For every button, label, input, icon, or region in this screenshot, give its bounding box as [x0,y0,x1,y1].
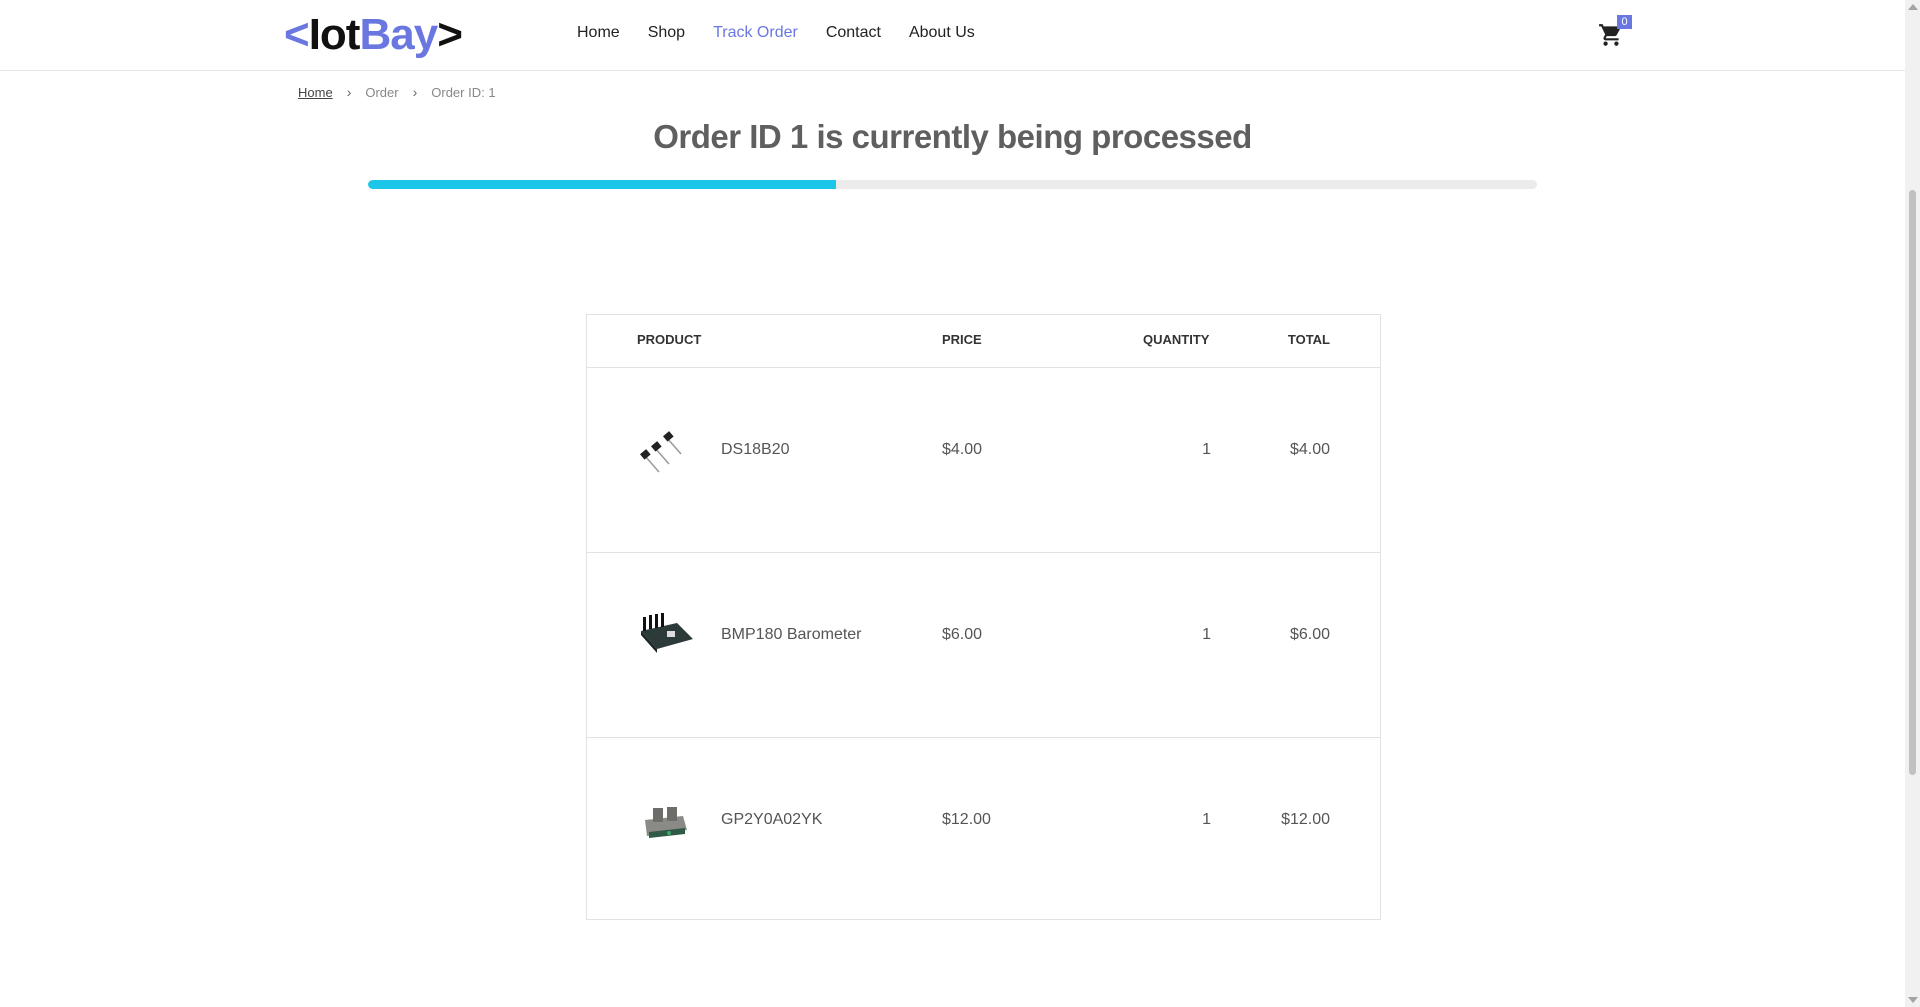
nav-shop[interactable]: Shop [648,24,685,42]
breadcrumb-order: Order [365,84,399,100]
table-row: BMP180 Barometer $6.00 1 $6.00 [587,553,1380,738]
header-total: TOTAL [1287,332,1330,347]
product-total: $6.00 [1289,626,1330,643]
order-progress-bar [368,180,1537,189]
header-quantity: QUANTITY [1143,332,1210,347]
product-price: $12.00 [942,811,991,828]
product-quantity: 1 [1202,811,1211,828]
header-product: PRODUCT [637,332,702,347]
transistor-sensor-icon [637,422,695,480]
breadcrumb-current: Order ID: 1 [431,84,496,100]
chevron-right-icon: › [412,84,418,100]
order-progress-fill [368,180,836,189]
scrollbar-thumb[interactable] [1909,190,1916,775]
nav-about-us[interactable]: About Us [909,24,975,42]
table-row: GP2Y0A02YK $12.00 1 $12.00 [587,738,1380,922]
breadcrumb-home[interactable]: Home [298,85,333,100]
scroll-down-arrow-icon[interactable] [1908,997,1918,1003]
page: <IotBay> Home Shop Track Order Contact A… [0,0,1920,1007]
nav-home[interactable]: Home [577,24,620,42]
logo-lt: < [284,10,310,59]
logo-iot: Iot [308,10,361,59]
product-total: $4.00 [1289,441,1330,458]
chevron-right-icon: › [346,84,352,100]
product-price: $4.00 [942,441,983,458]
breadcrumb: Home › Order › Order ID: 1 [298,84,496,100]
table-header: PRODUCT PRICE QUANTITY TOTAL [587,315,1380,368]
scroll-up-arrow-icon[interactable] [1908,4,1918,10]
logo[interactable]: <IotBay> [284,8,463,62]
nav-contact[interactable]: Contact [826,24,881,42]
product-name[interactable]: GP2Y0A02YK [721,811,822,829]
product-name[interactable]: BMP180 Barometer [721,626,862,644]
product-price: $6.00 [942,626,983,643]
header-price: PRICE [942,332,982,347]
main-nav: Home Shop Track Order Contact About Us [577,24,975,42]
barometer-board-icon [637,607,695,665]
product-quantity: 1 [1202,626,1211,643]
nav-track-order[interactable]: Track Order [713,24,798,42]
product-total: $12.00 [1281,811,1330,828]
site-header: <IotBay> Home Shop Track Order Contact A… [0,0,1905,71]
product-name[interactable]: DS18B20 [721,441,790,459]
page-scrollbar[interactable] [1905,0,1920,1007]
order-table: PRODUCT PRICE QUANTITY TOTAL DS18B20 $4.… [586,314,1381,920]
cart-count-badge: 0 [1617,15,1632,29]
logo-gt: > [437,10,463,59]
ir-distance-sensor-icon [637,792,695,850]
table-row: DS18B20 $4.00 1 $4.00 [587,368,1380,553]
page-title: Order ID 1 is currently being processed [653,118,1252,155]
product-quantity: 1 [1202,441,1211,458]
logo-bay: Bay [359,10,438,59]
